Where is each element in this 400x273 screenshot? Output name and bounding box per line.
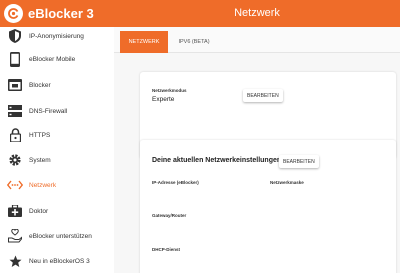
network-settings-card: Deine aktuellen Netzwerkeinstellungen: B… bbox=[140, 140, 396, 273]
gateway-label: Gateway/Router bbox=[152, 213, 187, 218]
sidebar-item-label: IP-Anonymisierung bbox=[29, 32, 84, 40]
tab-ipv6-beta[interactable]: IPV6 (BETA) bbox=[174, 31, 214, 53]
ip-address-label: IP-Adresse (eBlocker) bbox=[152, 180, 199, 185]
sidebar-item-doktor[interactable]: Doktor bbox=[0, 198, 114, 224]
edit-network-settings-button[interactable]: BEARBEITEN bbox=[279, 155, 319, 168]
sidebar-item-dns-firewall[interactable]: DNS-Firewall bbox=[0, 98, 114, 124]
sidebar-item-system[interactable]: System bbox=[0, 147, 114, 173]
phone-icon bbox=[7, 51, 23, 67]
sidebar-item-blocker[interactable]: Blocker bbox=[0, 72, 114, 98]
dhcp-label: DHCP-Dienst bbox=[152, 247, 181, 252]
sidebar-item-netzwerk[interactable]: Netzwerk bbox=[0, 172, 114, 198]
sidebar: IP-Anonymisierung eBlocker Mobile Blocke… bbox=[0, 27, 114, 273]
page-title: Netzwerk bbox=[234, 7, 280, 19]
tab-netzwerk[interactable]: NETZWERK bbox=[120, 31, 168, 53]
blocker-icon bbox=[7, 77, 23, 93]
edit-network-mode-button[interactable]: BEARBEITEN bbox=[243, 89, 283, 102]
sidebar-item-neu-in-eblockeros[interactable]: Neu in eBlockerOS 3 bbox=[0, 248, 114, 273]
lock-icon bbox=[7, 127, 23, 143]
support-icon bbox=[7, 228, 23, 244]
sidebar-item-label: Blocker bbox=[29, 81, 51, 89]
sidebar-item-label: eBlocker Mobile bbox=[29, 55, 76, 63]
gear-icon bbox=[7, 152, 23, 168]
sidebar-item-label: Neu in eBlockerOS 3 bbox=[29, 257, 90, 265]
sidebar-item-eblocker-unterstuetzen[interactable]: eBlocker unterstützen bbox=[0, 223, 114, 249]
network-icon bbox=[7, 177, 23, 193]
tab-bar: NETZWERK IPV6 (BETA) bbox=[114, 27, 400, 53]
sidebar-item-eblocker-mobile[interactable]: eBlocker Mobile bbox=[0, 46, 114, 72]
star-icon bbox=[7, 253, 23, 269]
sidebar-item-label: DNS-Firewall bbox=[29, 107, 68, 115]
shield-icon bbox=[7, 28, 23, 44]
network-mode-value: Experte bbox=[152, 96, 175, 103]
server-icon bbox=[7, 103, 23, 119]
network-mode-label: Netzwerkmodus bbox=[152, 88, 187, 93]
sidebar-item-label: Netzwerk bbox=[29, 181, 57, 189]
sidebar-item-label: System bbox=[29, 156, 51, 164]
netmask-label: Netzwerkmaske bbox=[270, 180, 304, 185]
network-settings-heading: Deine aktuellen Netzwerkeinstellungen: bbox=[152, 157, 284, 164]
sidebar-item-label: HTTPS bbox=[29, 131, 51, 139]
sidebar-item-label: eBlocker unterstützen bbox=[29, 232, 92, 240]
medkit-icon bbox=[7, 203, 23, 219]
sidebar-item-label: Doktor bbox=[29, 207, 49, 215]
main-content: NETZWERK IPV6 (BETA) Netzwerkmodus Exper… bbox=[114, 27, 400, 273]
sidebar-item-https[interactable]: HTTPS bbox=[0, 122, 114, 148]
